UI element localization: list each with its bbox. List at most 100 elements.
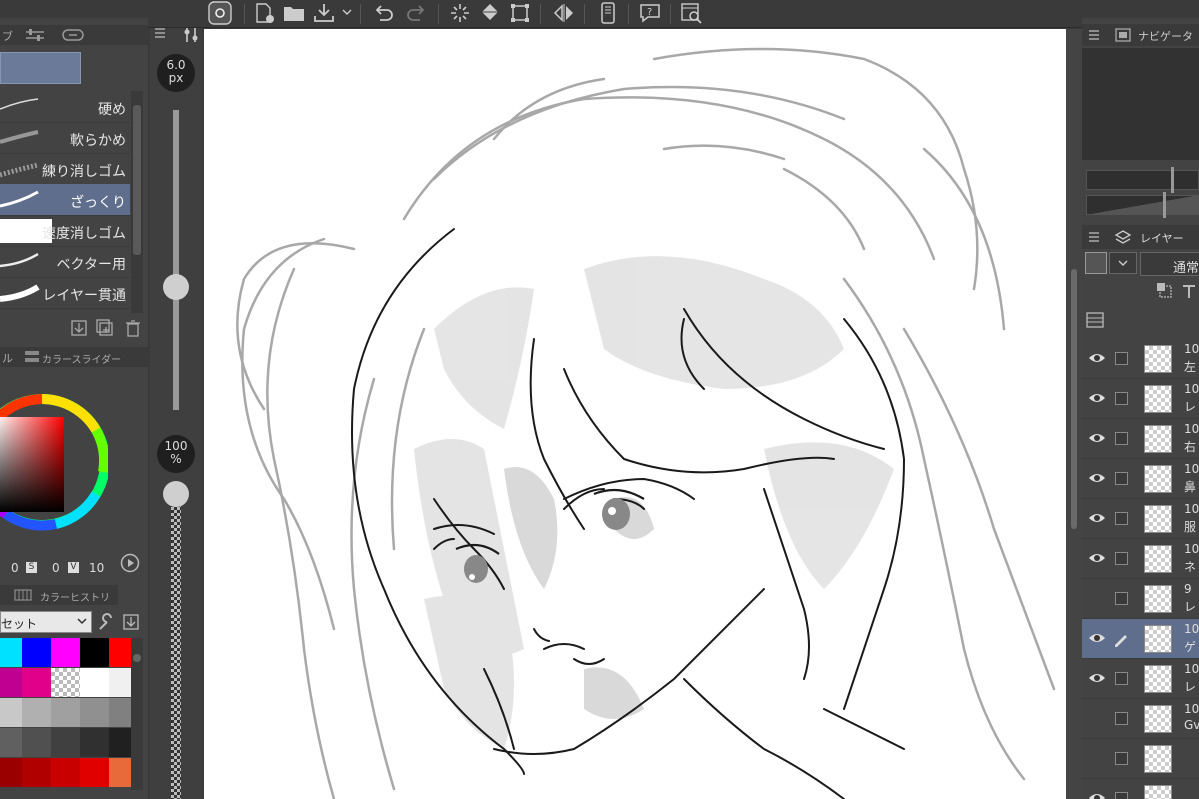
color-swatch[interactable] [80, 698, 109, 727]
color-swatch[interactable] [51, 728, 80, 757]
clear-button[interactable] [446, 0, 474, 26]
color-swatch[interactable] [51, 638, 80, 667]
save-palette-icon[interactable] [122, 613, 140, 631]
transform-button[interactable] [506, 0, 534, 26]
brush-preview-bar[interactable] [0, 52, 81, 84]
layer-lock-checkbox[interactable] [1115, 392, 1128, 405]
eye-icon[interactable] [1088, 471, 1106, 485]
color-swatch[interactable] [22, 698, 51, 727]
eye-icon[interactable] [1088, 671, 1106, 685]
tab-color-wheel-partial[interactable]: ル [2, 350, 13, 366]
layer-row[interactable] [1082, 739, 1199, 779]
play-circle-icon[interactable] [120, 553, 140, 573]
layer-lock-checkbox[interactable] [1115, 352, 1128, 365]
color-swatch[interactable] [0, 758, 22, 787]
drawing-canvas[interactable] [204, 29, 1066, 799]
sliders-icon[interactable] [24, 28, 46, 42]
ruler-icon[interactable] [1180, 282, 1198, 300]
navigator-rotate-slider[interactable] [1086, 192, 1199, 218]
visibility-toggle-off[interactable] [1088, 591, 1106, 605]
color-swatch[interactable] [80, 638, 109, 667]
layer-row[interactable]: 10 ネ [1082, 539, 1199, 579]
color-swatch[interactable] [22, 638, 51, 667]
redo-button[interactable] [402, 0, 430, 26]
menu-icon[interactable] [1088, 231, 1100, 243]
layer-list-icon[interactable] [1086, 312, 1104, 328]
navigator-zoom-slider[interactable] [1086, 167, 1199, 193]
tab-color-slider[interactable]: カラースライダー [42, 351, 121, 366]
layer-row[interactable] [1082, 779, 1199, 799]
layer-lock-checkbox[interactable] [1115, 792, 1128, 799]
brush-item-selected[interactable]: ざっくり [0, 184, 130, 216]
eye-icon[interactable] [1088, 391, 1106, 405]
open-file-button[interactable] [280, 0, 308, 26]
color-swatch[interactable] [51, 758, 80, 787]
help-button[interactable]: ? [636, 0, 664, 26]
export-dropdown[interactable] [340, 0, 354, 26]
color-swatch[interactable] [0, 668, 22, 697]
layer-lock-checkbox[interactable] [1115, 752, 1128, 765]
eye-icon[interactable] [1088, 551, 1106, 565]
color-swatch[interactable] [0, 728, 22, 757]
brush-size-knob[interactable] [163, 274, 189, 300]
slider-handle[interactable] [1171, 167, 1174, 193]
brush-item[interactable]: 硬め [0, 91, 130, 123]
color-swatch[interactable] [80, 758, 109, 787]
sync-icon[interactable] [62, 28, 84, 42]
wrench-icon[interactable] [96, 613, 116, 633]
brush-item[interactable]: レイヤー貫通 [0, 277, 130, 309]
layer-color-dropdown[interactable] [1109, 252, 1137, 274]
layer-lock-checkbox[interactable] [1115, 432, 1128, 445]
export-button[interactable] [310, 0, 338, 26]
import-icon[interactable] [70, 319, 88, 337]
eye-icon[interactable] [1088, 631, 1106, 645]
blend-mode-select[interactable]: 通常 [1140, 252, 1199, 276]
slider-handle[interactable] [1163, 192, 1166, 218]
menu-icon[interactable] [1088, 29, 1100, 41]
layer-lock-checkbox[interactable] [1115, 552, 1128, 565]
layer-row[interactable]: 10 Gv [1082, 699, 1199, 739]
device-settings-button[interactable] [594, 0, 622, 26]
layer-row[interactable]: 10 左 [1082, 339, 1199, 379]
eye-icon[interactable] [1088, 351, 1106, 365]
brush-item[interactable]: 練り消しゴム [0, 153, 130, 185]
eye-icon[interactable] [1088, 791, 1106, 799]
eye-icon[interactable] [1088, 511, 1106, 525]
opacity-track[interactable] [171, 504, 181, 799]
color-swatch[interactable] [51, 698, 80, 727]
brush-item[interactable]: 軟らかめ [0, 122, 130, 154]
visibility-toggle-off[interactable] [1088, 751, 1106, 765]
color-wheel[interactable] [0, 372, 110, 552]
eye-icon[interactable] [1088, 431, 1106, 445]
app-logo-button[interactable] [206, 0, 234, 26]
layer-row[interactable]: 10 鼻 [1082, 459, 1199, 499]
color-swatch[interactable] [51, 668, 80, 697]
canvas-vertical-scrollbar[interactable] [1066, 29, 1082, 799]
brush-size-track[interactable] [173, 110, 179, 410]
scrollbar-thumb[interactable] [1071, 269, 1077, 529]
layer-row[interactable]: 9レ [1082, 579, 1199, 619]
navigator-preview[interactable] [1082, 48, 1199, 160]
color-swatch[interactable] [0, 698, 22, 727]
swatch-scrollbar[interactable] [131, 638, 143, 790]
layer-row[interactable]: 10 右 [1082, 419, 1199, 459]
color-swatch[interactable] [0, 638, 22, 667]
color-swatch[interactable] [22, 758, 51, 787]
color-swatch[interactable] [80, 668, 109, 697]
layer-row[interactable]: 10 服 [1082, 499, 1199, 539]
new-file-button[interactable] [250, 0, 278, 26]
flip-horizontal-button[interactable] [550, 0, 578, 26]
layer-row[interactable]: 10 ゲ [1082, 619, 1199, 659]
scrollbar-thumb[interactable] [133, 105, 141, 255]
layer-lock-checkbox[interactable] [1115, 512, 1128, 525]
tab-layer[interactable]: レイヤー [1140, 230, 1184, 246]
layer-row[interactable]: 10 レ [1082, 379, 1199, 419]
scrollbar-thumb[interactable] [133, 654, 141, 662]
tab-brush-partial[interactable]: ブ [2, 28, 13, 44]
color-swatch[interactable] [22, 728, 51, 757]
layer-lock-checkbox[interactable] [1115, 592, 1128, 605]
menu-icon[interactable] [154, 27, 166, 39]
layer-color-select[interactable] [1085, 252, 1107, 274]
color-swatch[interactable] [22, 668, 51, 697]
duplicate-icon[interactable] [96, 319, 114, 337]
